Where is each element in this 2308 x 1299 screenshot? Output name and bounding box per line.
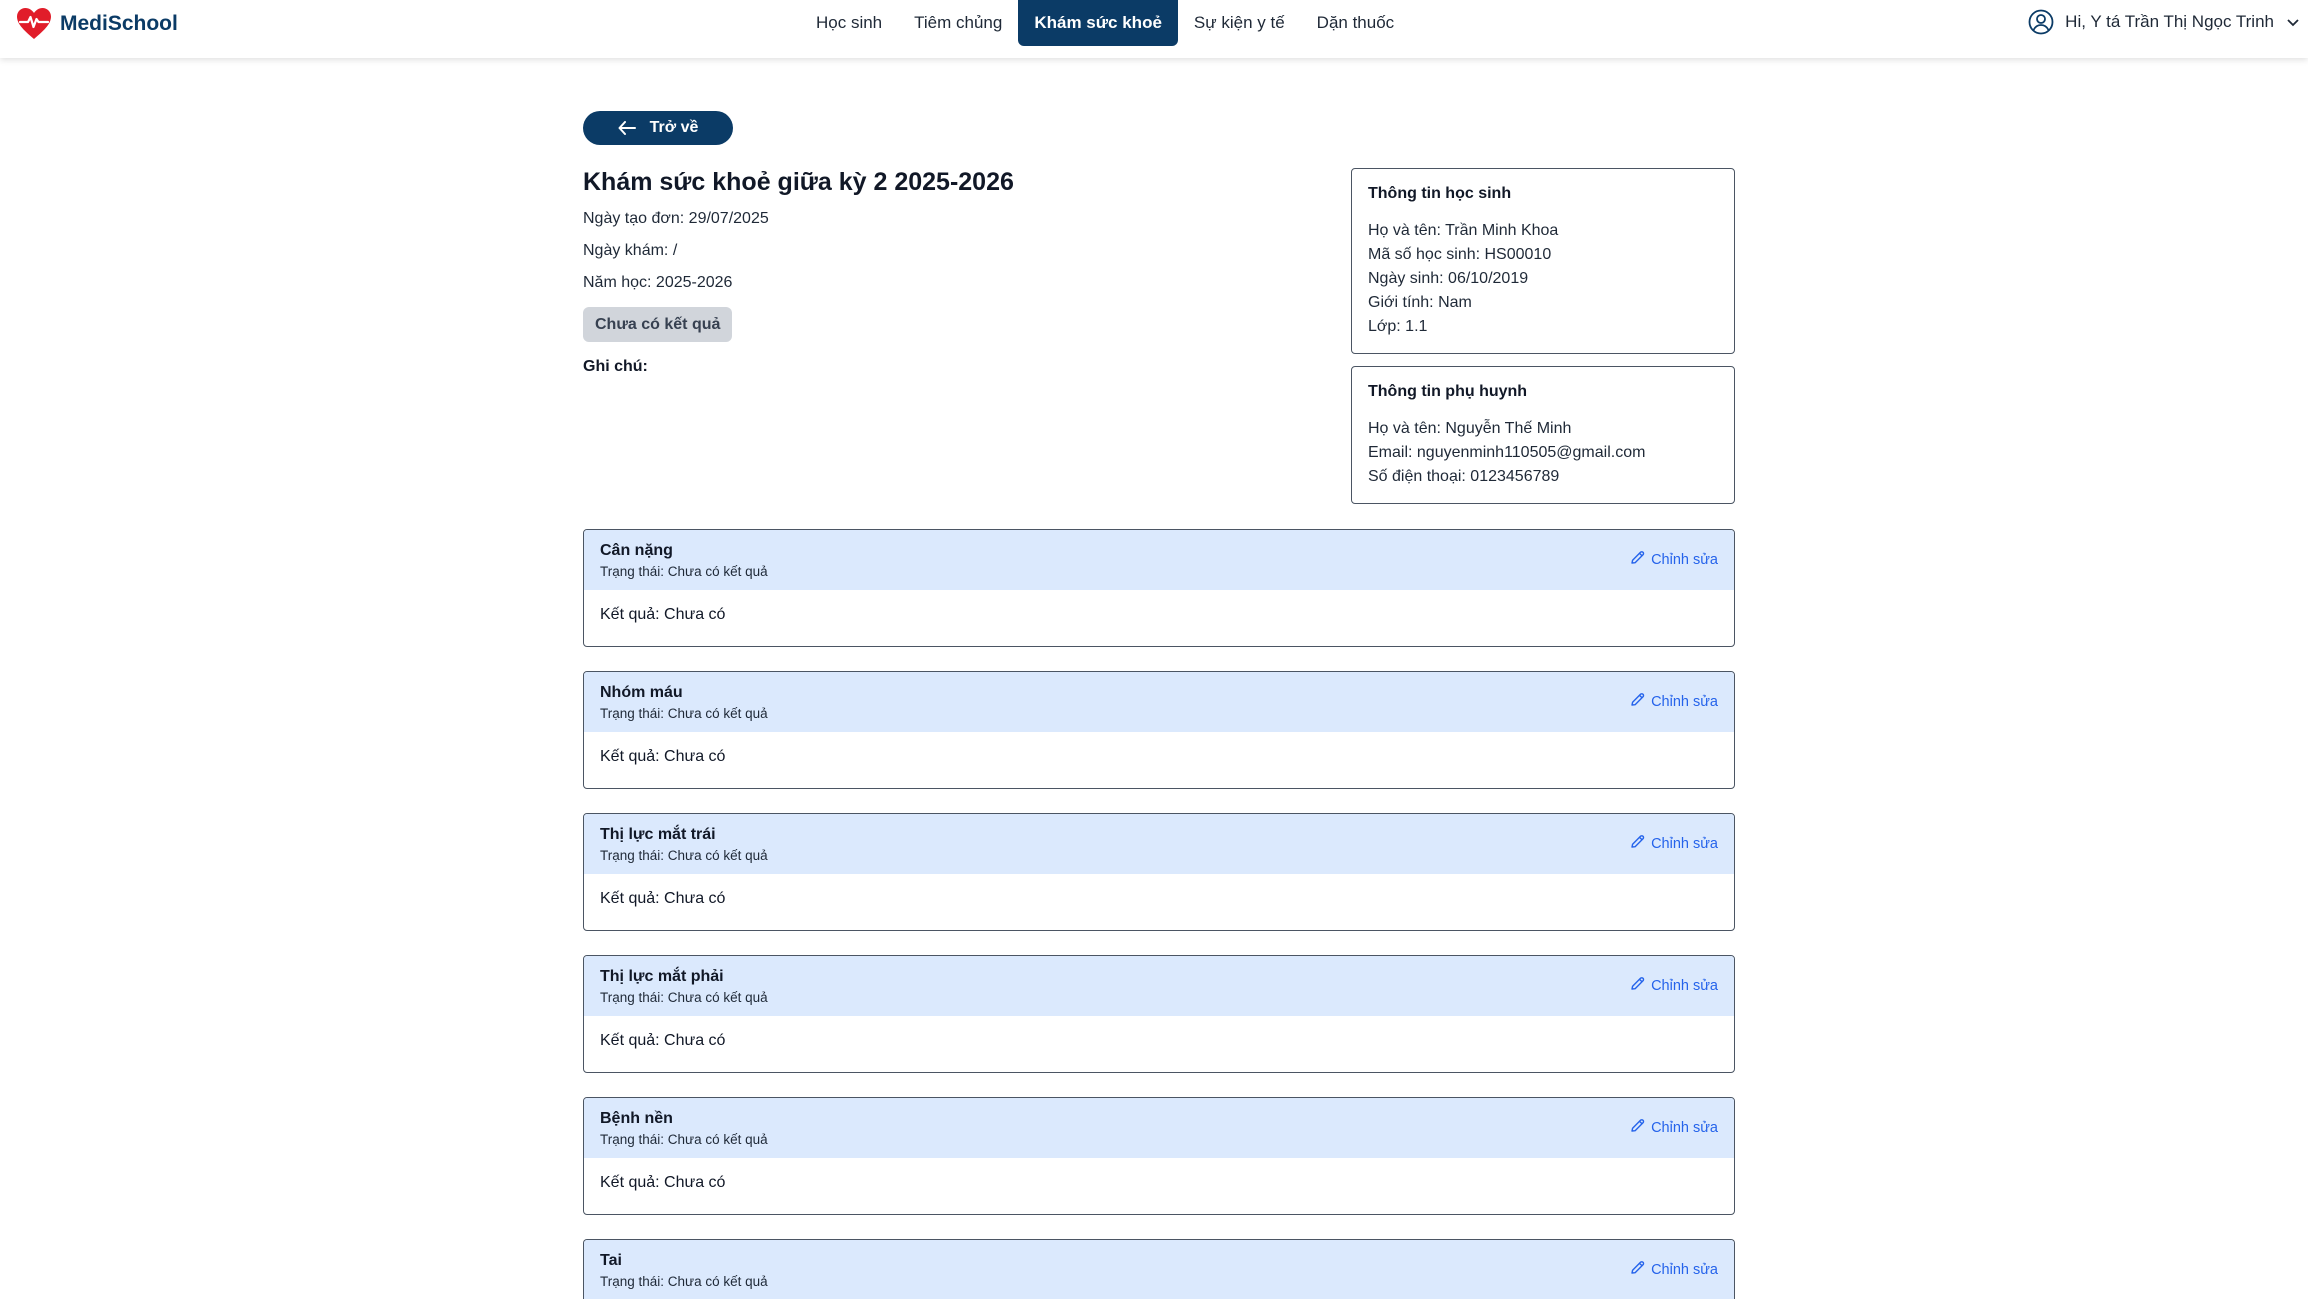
student-birthdate: Ngày sinh: 06/10/2019 <box>1368 270 1529 287</box>
exam-item-name: Thị lực mắt trái <box>600 826 716 843</box>
user-circle-icon <box>2027 8 2055 36</box>
created-date: Ngày tạo đơn: 29/07/2025 <box>583 210 769 227</box>
school-year: Năm học: 2025-2026 <box>583 274 733 291</box>
exam-item-name: Bệnh nền <box>600 1110 673 1127</box>
exam-item-result: Kết quả: Chưa có <box>600 748 726 765</box>
exam-item-underlying-disease: Bệnh nền Trạng thái: Chưa có kết quả Chỉ… <box>583 1097 1735 1215</box>
student-info-title: Thông tin học sinh <box>1368 185 1512 202</box>
edit-button-label: Chỉnh sửa <box>1651 693 1718 710</box>
exam-item-header: Tai Trạng thái: Chưa có kết quả Chỉnh sử… <box>584 1240 1734 1299</box>
pencil-icon <box>1630 692 1645 711</box>
exam-item-right-eye: Thị lực mắt phải Trạng thái: Chưa có kết… <box>583 955 1735 1073</box>
student-gender: Giới tính: Nam <box>1368 294 1472 311</box>
arrow-left-icon <box>618 121 636 135</box>
brand-name: MediSchool <box>60 12 178 35</box>
exam-item-result: Kết quả: Chưa có <box>600 1174 726 1191</box>
note-label: Ghi chú: <box>583 358 648 375</box>
exam-item-result: Kết quả: Chưa có <box>600 606 726 623</box>
pencil-icon <box>1630 1118 1645 1137</box>
edit-button-label: Chỉnh sửa <box>1651 835 1718 852</box>
nav-item-students[interactable]: Học sinh <box>800 0 898 46</box>
exam-item-name: Tai <box>600 1252 622 1269</box>
exam-item-status: Trạng thái: Chưa có kết quả <box>600 706 768 721</box>
exam-item-name: Nhóm máu <box>600 684 683 701</box>
parent-email: Email: nguyenminh110505@gmail.com <box>1368 444 1646 461</box>
pencil-icon <box>1630 834 1645 853</box>
exam-item-status: Trạng thái: Chưa có kết quả <box>600 848 768 863</box>
exam-date: Ngày khám: / <box>583 242 678 259</box>
exam-item-left-eye: Thị lực mắt trái Trạng thái: Chưa có kết… <box>583 813 1735 931</box>
parent-info-title: Thông tin phụ huynh <box>1368 383 1528 400</box>
heart-pulse-icon <box>16 6 52 42</box>
exam-item-header: Thị lực mắt trái Trạng thái: Chưa có kết… <box>584 814 1734 874</box>
back-button[interactable]: Trở về <box>583 111 733 145</box>
student-name: Họ và tên: Trần Minh Khoa <box>1368 222 1559 239</box>
top-navbar: MediSchool Học sinh Tiêm chủng Khám sức … <box>0 0 2308 58</box>
nav-item-medication[interactable]: Dặn thuốc <box>1301 0 1411 46</box>
exam-item-status: Trạng thái: Chưa có kết quả <box>600 1274 768 1289</box>
main-nav: Học sinh Tiêm chủng Khám sức khoẻ Sự kiệ… <box>800 0 1410 46</box>
edit-button-label: Chỉnh sửa <box>1651 1119 1718 1136</box>
edit-button[interactable]: Chỉnh sửa <box>1630 1260 1718 1279</box>
nav-item-vaccination[interactable]: Tiêm chủng <box>898 0 1018 46</box>
exam-item-blood-type: Nhóm máu Trạng thái: Chưa có kết quả Chỉ… <box>583 671 1735 789</box>
exam-item-name: Cân nặng <box>600 542 673 559</box>
edit-button[interactable]: Chỉnh sửa <box>1630 1118 1718 1137</box>
parent-info-card: Thông tin phụ huynh Họ và tên: Nguyễn Th… <box>1351 366 1735 504</box>
user-menu[interactable]: Hi, Y tá Trần Thị Ngọc Trinh <box>2027 0 2308 44</box>
chevron-down-icon[interactable] <box>2284 13 2302 31</box>
edit-button[interactable]: Chỉnh sửa <box>1630 692 1718 711</box>
edit-button[interactable]: Chỉnh sửa <box>1630 834 1718 853</box>
edit-button-label: Chỉnh sửa <box>1651 1261 1718 1278</box>
parent-name: Họ và tên: Nguyễn Thế Minh <box>1368 420 1572 437</box>
pencil-icon <box>1630 1260 1645 1279</box>
exam-item-status: Trạng thái: Chưa có kết quả <box>600 1132 768 1147</box>
exam-item-status: Trạng thái: Chưa có kết quả <box>600 564 768 579</box>
pencil-icon <box>1630 976 1645 995</box>
exam-item-header: Bệnh nền Trạng thái: Chưa có kết quả Chỉ… <box>584 1098 1734 1158</box>
status-badge: Chưa có kết quả <box>583 307 733 342</box>
exam-item-weight: Cân nặng Trạng thái: Chưa có kết quả Chỉ… <box>583 529 1735 647</box>
parent-phone: Số điện thoại: 0123456789 <box>1368 468 1560 485</box>
edit-button[interactable]: Chỉnh sửa <box>1630 550 1718 569</box>
nav-item-health-check[interactable]: Khám sức khoẻ <box>1018 0 1178 46</box>
edit-button[interactable]: Chỉnh sửa <box>1630 976 1718 995</box>
exam-item-ear: Tai Trạng thái: Chưa có kết quả Chỉnh sử… <box>583 1239 1735 1299</box>
student-info-card: Thông tin học sinh Họ và tên: Trần Minh … <box>1351 168 1735 354</box>
edit-button-label: Chỉnh sửa <box>1651 551 1718 568</box>
exam-item-name: Thị lực mắt phải <box>600 968 724 985</box>
student-id: Mã số học sinh: HS00010 <box>1368 246 1552 263</box>
nav-item-medical-events[interactable]: Sự kiện y tế <box>1178 0 1301 46</box>
exam-item-header: Nhóm máu Trạng thái: Chưa có kết quả Chỉ… <box>584 672 1734 732</box>
page-title: Khám sức khoẻ giữa kỳ 2 2025-2026 <box>583 168 1014 196</box>
exam-item-result: Kết quả: Chưa có <box>600 1032 726 1049</box>
exam-item-status: Trạng thái: Chưa có kết quả <box>600 990 768 1005</box>
exam-item-header: Thị lực mắt phải Trạng thái: Chưa có kết… <box>584 956 1734 1016</box>
student-class: Lớp: 1.1 <box>1368 318 1428 335</box>
exam-item-header: Cân nặng Trạng thái: Chưa có kết quả Chỉ… <box>584 530 1734 590</box>
exam-item-result: Kết quả: Chưa có <box>600 890 726 907</box>
pencil-icon <box>1630 550 1645 569</box>
brand-logo[interactable]: MediSchool <box>16 5 178 43</box>
edit-button-label: Chỉnh sửa <box>1651 977 1718 994</box>
back-button-label: Trở về <box>649 119 699 136</box>
user-greeting: Hi, Y tá Trần Thị Ngọc Trinh <box>2065 12 2274 31</box>
